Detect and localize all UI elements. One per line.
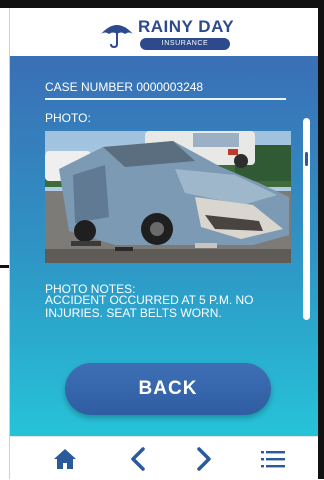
nav-forward-button[interactable] — [189, 445, 219, 473]
home-icon — [54, 449, 76, 469]
brand-name: RAINY DAY — [138, 17, 235, 36]
nav-menu-button[interactable] — [258, 445, 288, 473]
scrollbar-track[interactable] — [303, 118, 310, 320]
bottom-nav — [10, 436, 318, 480]
photo-notes-text: ACCIDENT OCCURRED AT 5 P.M. NO INJURIES.… — [45, 293, 254, 320]
case-content: CASE NUMBER 0000003248 PHOTO: PHOTO NOTE… — [10, 56, 318, 436]
scrollbar-thumb[interactable] — [305, 152, 308, 166]
nav-home-button[interactable] — [50, 445, 80, 473]
umbrella-icon — [101, 25, 133, 48]
chevron-right-icon — [197, 447, 211, 471]
left-margin-rule — [0, 265, 9, 268]
menu-icon — [261, 451, 285, 468]
window-frame-right — [318, 0, 324, 479]
car-photo-illustration — [45, 131, 291, 263]
photo-label: PHOTO: — [45, 111, 91, 125]
case-number: CASE NUMBER 0000003248 — [45, 80, 204, 94]
app-header: RAINY DAY INSURANCE — [10, 8, 318, 56]
brand-tagline: INSURANCE — [140, 38, 230, 50]
back-button[interactable]: BACK — [65, 363, 271, 415]
case-divider — [45, 98, 286, 100]
nav-back-button[interactable] — [123, 445, 153, 473]
chevron-left-icon — [131, 447, 145, 471]
window-frame-top — [0, 0, 324, 8]
left-margin — [0, 8, 9, 479]
brand-logo: RAINY DAY INSURANCE — [100, 16, 240, 52]
phone-screen: RAINY DAY INSURANCE CASE NUMBER 00000032… — [10, 8, 318, 480]
damaged-car-photo — [45, 131, 291, 263]
